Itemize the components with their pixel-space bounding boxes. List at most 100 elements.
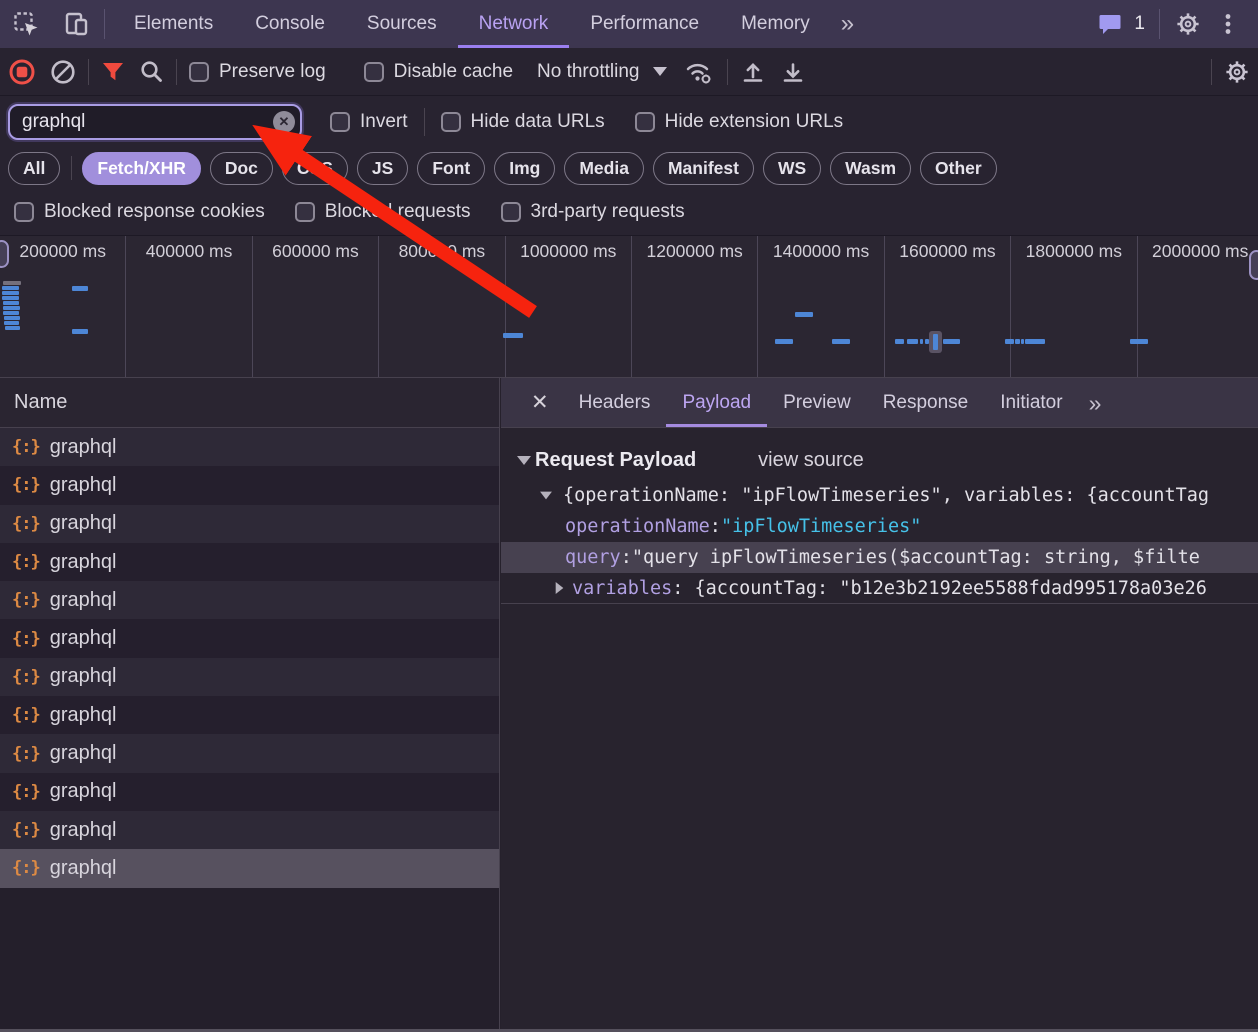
- toggle-device-toolbar-button[interactable]: [56, 4, 96, 44]
- timeline-column: 1200000 ms: [632, 236, 758, 378]
- chip-all[interactable]: All: [8, 152, 60, 185]
- name-column-title: Name: [14, 391, 67, 414]
- chip-fetch-xhr[interactable]: Fetch/XHR: [82, 152, 200, 185]
- request-row[interactable]: {:}graphql: [0, 734, 499, 772]
- timeline-blue-bar: [3, 306, 20, 310]
- request-row[interactable]: {:}graphql: [0, 849, 499, 887]
- issues-button[interactable]: [1090, 4, 1130, 44]
- timeline-blue-bar: [943, 339, 960, 344]
- chip-img[interactable]: Img: [494, 152, 555, 185]
- record-network-log-button[interactable]: [8, 58, 36, 86]
- detail-tab-headers[interactable]: Headers: [563, 378, 667, 427]
- hide-data-urls-checkbox[interactable]: Hide data URLs: [441, 111, 605, 133]
- request-row[interactable]: {:}graphql: [0, 811, 499, 849]
- request-row[interactable]: {:}graphql: [0, 696, 499, 734]
- network-conditions-button[interactable]: [683, 58, 715, 86]
- request-row[interactable]: {:}graphql: [0, 466, 499, 504]
- timeline-blue-bar: [3, 311, 19, 315]
- request-row[interactable]: {:}graphql: [0, 658, 499, 696]
- more-panels-chevron-icon[interactable]: »: [831, 0, 864, 48]
- overview-left-handle[interactable]: [0, 240, 9, 268]
- settings-button[interactable]: [1168, 4, 1208, 44]
- blocked-requests-checkbox[interactable]: Blocked requests: [295, 201, 471, 223]
- hide-extension-urls-checkbox[interactable]: Hide extension URLs: [635, 111, 843, 133]
- name-column-header[interactable]: Name: [0, 378, 499, 428]
- timeline-blue-bar: [1025, 339, 1045, 344]
- detail-tab-payload[interactable]: Payload: [666, 378, 767, 427]
- request-row[interactable]: {:}graphql: [0, 428, 499, 466]
- network-toolbar: Preserve log Disable cache No throttling: [0, 48, 1258, 96]
- inspect-element-button[interactable]: [6, 4, 46, 44]
- close-detail-icon[interactable]: ✕: [517, 378, 563, 427]
- payload-query-row[interactable]: query: "query ipFlowTimeseries($accountT…: [501, 542, 1258, 573]
- clear-filter-icon[interactable]: ✕: [273, 111, 295, 133]
- checkbox-box: [14, 202, 34, 222]
- disable-cache-checkbox[interactable]: Disable cache: [364, 61, 513, 83]
- tab-memory[interactable]: Memory: [720, 0, 831, 48]
- tab-network[interactable]: Network: [458, 0, 570, 48]
- chip-css[interactable]: CSS: [282, 152, 348, 185]
- detail-tab-preview[interactable]: Preview: [767, 378, 867, 427]
- chip-other[interactable]: Other: [920, 152, 997, 185]
- customize-devtools-button[interactable]: [1208, 4, 1248, 44]
- chip-media[interactable]: Media: [564, 152, 644, 185]
- invert-checkbox[interactable]: Invert: [330, 111, 408, 133]
- chip-doc[interactable]: Doc: [210, 152, 273, 185]
- json-braces-icon: {:}: [12, 514, 40, 534]
- payload-preview-row[interactable]: {operationName: "ipFlowTimeseries", vari…: [501, 480, 1258, 511]
- throttling-dropdown[interactable]: No throttling: [537, 61, 667, 83]
- timeline-tick-label: 1000000 ms: [506, 241, 631, 262]
- json-braces-icon: {:}: [12, 629, 40, 649]
- timeline-grid: 200000 ms400000 ms600000 ms800000 ms1000…: [0, 236, 1258, 378]
- request-row[interactable]: {:}graphql: [0, 505, 499, 543]
- timeline-blue-bar: [907, 339, 918, 344]
- chip-font[interactable]: Font: [417, 152, 485, 185]
- timeline-blue-bar: [832, 339, 850, 344]
- third-party-requests-label: 3rd-party requests: [531, 201, 685, 223]
- network-filter-bar: ✕ Invert Hide data URLs Hide extension U…: [0, 96, 1258, 148]
- timeline-blue-bar: [775, 339, 793, 344]
- third-party-requests-checkbox[interactable]: 3rd-party requests: [501, 201, 685, 223]
- more-detail-tabs-chevron-icon[interactable]: »: [1079, 378, 1112, 427]
- detail-tab-response[interactable]: Response: [867, 378, 985, 427]
- view-source-link[interactable]: view source: [758, 449, 864, 472]
- blocked-response-cookies-checkbox[interactable]: Blocked response cookies: [14, 201, 265, 223]
- request-row[interactable]: {:}graphql: [0, 581, 499, 619]
- device-toolbar-icon: [63, 11, 90, 38]
- message-bubble-icon: [1097, 11, 1123, 37]
- chip-ws[interactable]: WS: [763, 152, 821, 185]
- timeline-blue-bar: [2, 291, 19, 295]
- json-braces-icon: {:}: [12, 437, 40, 457]
- filter-toggle-button[interactable]: [101, 60, 125, 84]
- search-network-button[interactable]: [139, 59, 164, 84]
- chip-manifest[interactable]: Manifest: [653, 152, 754, 185]
- timeline-blue-bar: [503, 333, 523, 338]
- tab-elements[interactable]: Elements: [113, 0, 234, 48]
- chip-wasm[interactable]: Wasm: [830, 152, 911, 185]
- network-settings-button[interactable]: [1224, 59, 1250, 85]
- chip-js[interactable]: JS: [357, 152, 408, 185]
- payload-variables-row[interactable]: variables: {accountTag: "b12e3b2192ee558…: [501, 573, 1258, 604]
- network-overview-timeline[interactable]: 200000 ms400000 ms600000 ms800000 ms1000…: [0, 236, 1258, 378]
- tab-performance[interactable]: Performance: [569, 0, 720, 48]
- clear-network-log-button[interactable]: [50, 59, 76, 85]
- payload-operation-row[interactable]: operationName: "ipFlowTimeseries": [501, 511, 1258, 542]
- gear-icon: [1224, 59, 1250, 85]
- request-row[interactable]: {:}graphql: [0, 619, 499, 657]
- timeline-column: 1600000 ms: [885, 236, 1011, 378]
- request-row[interactable]: {:}graphql: [0, 773, 499, 811]
- detail-tab-initiator[interactable]: Initiator: [984, 378, 1078, 427]
- filter-input[interactable]: [8, 104, 302, 140]
- import-har-button[interactable]: [740, 59, 766, 85]
- tab-sources[interactable]: Sources: [346, 0, 458, 48]
- toolbar-divider: [176, 59, 177, 85]
- request-row[interactable]: {:}graphql: [0, 543, 499, 581]
- json-braces-icon: {:}: [12, 590, 40, 610]
- upload-icon: [740, 59, 766, 85]
- preserve-log-checkbox[interactable]: Preserve log: [189, 61, 326, 83]
- tab-console[interactable]: Console: [234, 0, 346, 48]
- request-payload-section-header[interactable]: Request Payload view source: [501, 440, 1258, 480]
- export-har-button[interactable]: [780, 59, 806, 85]
- checkbox-box: [295, 202, 315, 222]
- overview-right-handle[interactable]: [1249, 250, 1258, 280]
